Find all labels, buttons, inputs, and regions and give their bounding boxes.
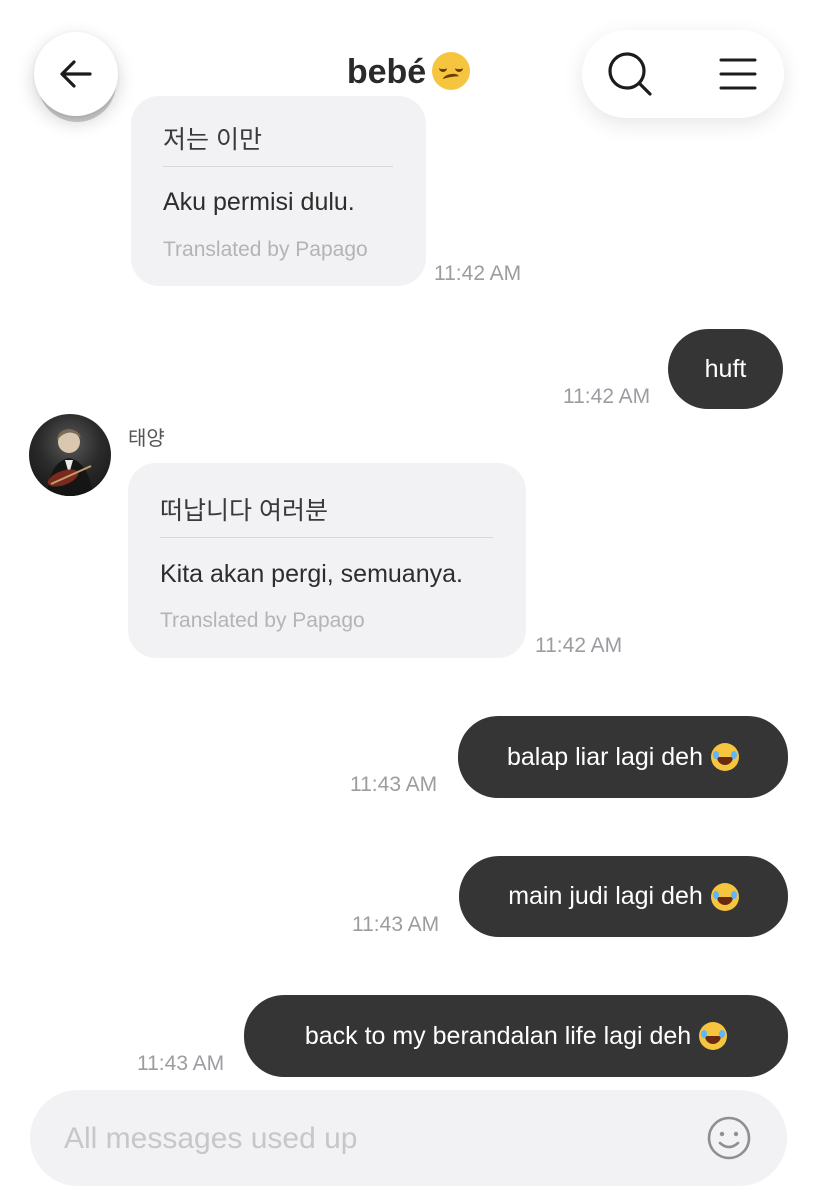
woozy-face-icon — [432, 52, 471, 90]
header-actions — [582, 30, 784, 118]
original-text: 떠납니다 여러분 — [160, 497, 328, 525]
translation-text: Aku permisi dulu. — [163, 188, 355, 216]
chat-title-text: bebé — [346, 53, 427, 91]
message-time: 11:42 AM — [535, 634, 623, 657]
message-text: main judi lagi deh — [508, 882, 703, 910]
emoji-button[interactable] — [706, 1115, 752, 1161]
message-time: 11:42 AM — [434, 262, 522, 285]
message-composer — [30, 1090, 787, 1186]
sender-name: 태양 — [128, 428, 165, 450]
tears-of-joy-icon — [710, 743, 739, 771]
translation-credit: Translated by Papago — [163, 238, 368, 261]
outgoing-message[interactable]: huft — [668, 329, 783, 409]
tears-of-joy-icon — [710, 882, 739, 911]
smiley-icon — [707, 1116, 751, 1160]
translation-text: Kita akan pergi, semuanya. — [160, 560, 463, 588]
incoming-message[interactable]: 저는 이만 Aku permisi dulu. Translated by Pa… — [131, 96, 426, 286]
message-time: 11:42 AM — [563, 385, 651, 408]
menu-button[interactable] — [714, 50, 762, 98]
message-input[interactable] — [62, 1114, 666, 1164]
original-text: 저는 이만 — [163, 126, 262, 154]
outgoing-message[interactable]: balap liar lagi deh — [458, 716, 788, 798]
message-time: 11:43 AM — [350, 773, 438, 796]
outgoing-message[interactable]: main judi lagi deh — [459, 856, 788, 937]
translation-credit: Translated by Papago — [160, 609, 365, 632]
message-text: huft — [704, 354, 747, 383]
menu-icon — [719, 58, 757, 90]
divider — [160, 537, 493, 538]
search-button[interactable] — [606, 50, 654, 98]
message-time: 11:43 AM — [352, 913, 440, 936]
avatar[interactable] — [29, 414, 111, 496]
message-time: 11:43 AM — [137, 1052, 225, 1075]
message-text: back to my berandalan life lagi deh — [304, 1021, 692, 1050]
message-text: balap liar lagi deh — [507, 742, 703, 771]
outgoing-message[interactable]: back to my berandalan life lagi deh — [244, 995, 788, 1077]
avatar-photo-icon — [47, 429, 93, 496]
incoming-message[interactable]: 떠납니다 여러분 Kita akan pergi, semuanya. Tran… — [128, 463, 526, 658]
chat-screen: bebé 저는 이만 Aku permisi dulu. Translated … — [0, 0, 817, 1200]
tears-of-joy-icon — [699, 1022, 728, 1050]
search-icon — [608, 52, 652, 96]
divider — [163, 166, 393, 167]
